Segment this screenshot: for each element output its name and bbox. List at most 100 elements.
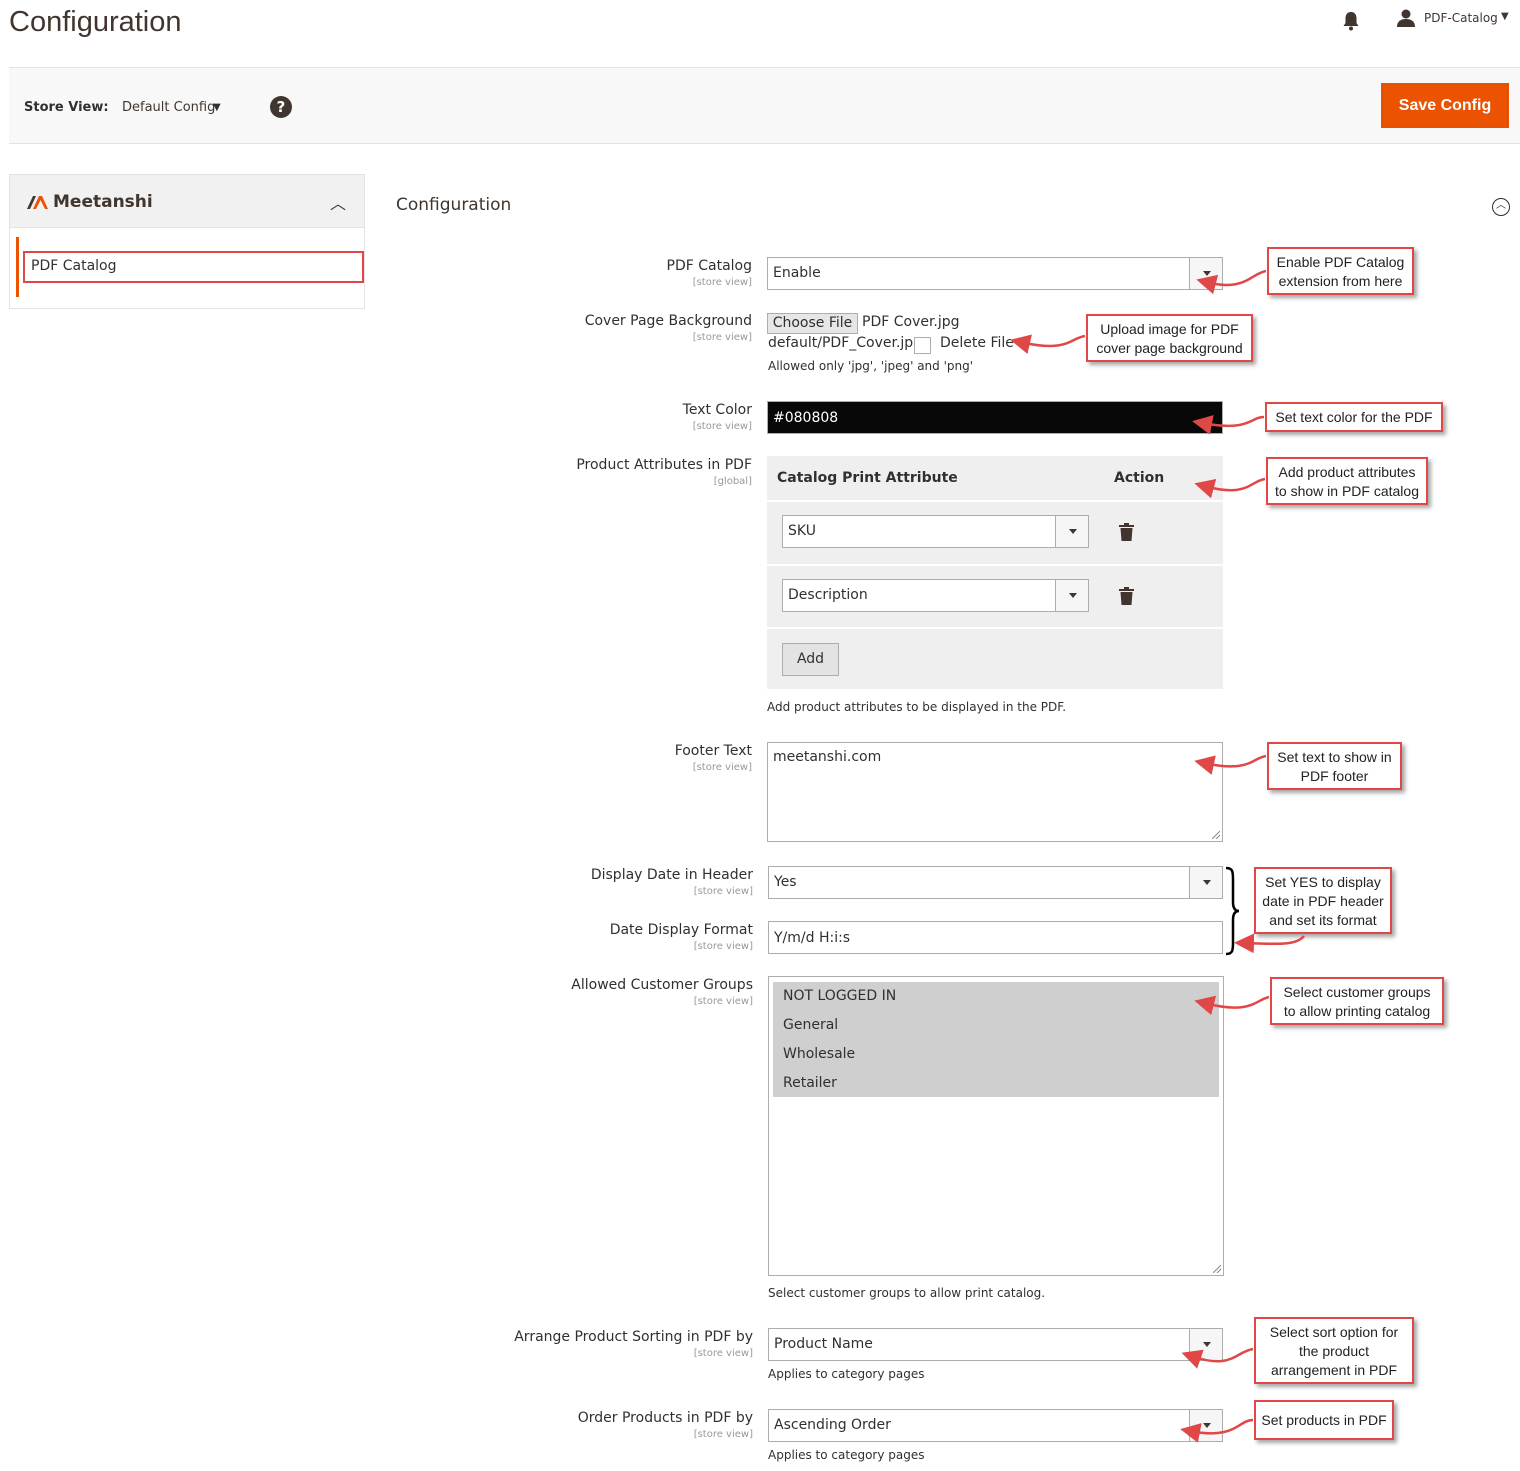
sorting-value: Product Name [774,1336,873,1352]
callout-line: the product [1298,1343,1370,1359]
cover-page-label: Cover Page Background [584,313,752,329]
display-date-value: Yes [774,874,797,890]
user-menu-caret-icon[interactable]: ▼ [1501,11,1509,22]
pdf-catalog-scope: [store view] [692,277,752,288]
callout-line: Set text to show in [1277,749,1392,765]
store-view-label: Store View: [24,100,109,115]
order-label: Order Products in PDF by [577,1410,753,1426]
callout-line: Enable PDF Catalog [1276,254,1405,270]
choose-file-button[interactable]: Choose File [767,313,858,334]
callout-line: PDF footer [1300,768,1369,784]
customer-groups-scope: [store view] [693,996,753,1007]
bell-icon[interactable] [1342,11,1360,31]
date-format-scope: [store view] [693,941,753,952]
callout-line: Set YES to display [1265,874,1381,890]
store-view-caret-icon[interactable]: ▼ [213,102,221,113]
user-menu-name[interactable]: PDF-Catalog [1424,11,1498,25]
customer-group-option[interactable]: General [773,1011,1219,1040]
arrow-upload [1010,334,1086,354]
add-attribute-button[interactable]: Add [782,643,839,676]
callout-attributes: Add product attributes to show in PDF ca… [1266,457,1428,505]
callout-color: Set text color for the PDF [1265,402,1443,432]
callout-line: extension from here [1278,273,1403,289]
help-icon[interactable]: ? [270,96,292,118]
current-file-path[interactable]: default/PDF_Cover.jpg [768,335,922,351]
table-divider [767,500,1223,502]
save-config-button[interactable]: Save Config [1381,83,1509,128]
order-select[interactable]: Ascending Order [768,1409,1223,1442]
callout-line: Set products in PDF [1261,1412,1387,1428]
callout-enable: Enable PDF Catalog extension from here [1267,247,1414,295]
chosen-file-name: PDF Cover.jpg [862,314,960,330]
callout-line: to show in PDF catalog [1275,483,1419,499]
chevron-down-icon[interactable] [1055,516,1088,547]
footer-text-label: Footer Text [674,743,752,759]
chevron-down-icon[interactable] [1189,867,1222,898]
attribute-row-select[interactable]: Description [782,579,1089,612]
customer-groups-note: Select customer groups to allow print ca… [768,1286,1046,1300]
attribute-row-select[interactable]: SKU [782,515,1089,548]
footer-text-textarea[interactable]: meetanshi.com [767,742,1223,842]
pdf-catalog-select[interactable]: Enable [767,257,1223,290]
callout-line: Select customer groups [1283,984,1431,1000]
callout-date: Set YES to display date in PDF header an… [1254,867,1392,934]
customer-group-option[interactable]: Retailer [773,1069,1219,1097]
sidebar-item-pdf-catalog[interactable]: PDF Catalog [23,251,364,283]
resize-handle-icon[interactable] [1212,831,1220,839]
callout-line: cover page background [1096,340,1243,356]
date-format-label: Date Display Format [609,922,753,938]
attributes-scope: [global] [713,476,752,487]
sorting-label: Arrange Product Sorting in PDF by [514,1329,753,1345]
customer-group-option[interactable]: NOT LOGGED IN [773,982,1219,1011]
customer-groups-label: Allowed Customer Groups [571,977,753,993]
callout-line: Upload image for PDF [1100,321,1239,337]
chevron-down-icon[interactable] [1055,580,1088,611]
callout-line: Set text color for the PDF [1275,409,1433,425]
callout-line: and set its format [1269,912,1377,928]
table-divider [767,627,1223,629]
callout-line: Select sort option for [1269,1324,1399,1340]
collapse-section-icon[interactable]: ︿ [1492,198,1510,216]
order-note: Applies to category pages [768,1448,925,1462]
chevron-up-icon[interactable]: ︿ [330,190,346,214]
date-format-input[interactable]: Y/m/d H:i:s [768,921,1223,954]
sorting-select[interactable]: Product Name [768,1328,1223,1361]
display-date-label: Display Date in Header [590,867,753,883]
brace-icon [1225,866,1240,956]
callout-line: arrangement in PDF [1270,1362,1398,1378]
callout-upload: Upload image for PDF cover page backgrou… [1086,314,1253,362]
resize-handle-icon[interactable] [1213,1265,1221,1273]
attributes-col-action: Action [1114,470,1165,486]
sidebar-active-indicator [16,237,19,297]
sidebar-brand[interactable]: Meetanshi [53,192,153,212]
display-date-select[interactable]: Yes [768,866,1223,899]
callout-sort: Select sort option for the product arran… [1254,1317,1414,1384]
callout-line: to allow printing catalog [1283,1003,1431,1019]
callout-footer: Set text to show in PDF footer [1267,742,1402,790]
store-view-switcher[interactable]: Default Config [122,100,215,115]
customer-group-option[interactable]: Wholesale [773,1040,1219,1069]
footer-text-scope: [store view] [692,762,752,773]
text-color-scope: [store view] [692,421,752,432]
meetanshi-logo-icon [27,196,48,209]
trash-icon[interactable] [1119,523,1134,541]
callout-line: Add product attributes [1278,464,1416,480]
callout-groups: Select customer groups to allow printing… [1270,977,1444,1025]
page-title: Configuration [9,6,182,38]
attribute-row-value: SKU [788,523,816,539]
text-color-input[interactable]: #080808 [767,401,1223,434]
delete-file-label[interactable]: Delete File [940,335,1014,351]
trash-icon[interactable] [1119,587,1134,605]
user-icon[interactable] [1396,9,1416,27]
cover-page-scope: [store view] [692,332,752,343]
chevron-down-icon[interactable] [1189,258,1222,289]
delete-file-checkbox[interactable] [914,337,931,354]
sorting-note: Applies to category pages [768,1367,925,1381]
pdf-catalog-label: PDF Catalog [666,258,753,274]
order-scope: [store view] [693,1429,753,1440]
sorting-scope: [store view] [693,1348,753,1359]
chevron-down-icon[interactable] [1189,1410,1222,1441]
section-title[interactable]: Configuration [396,195,511,215]
attribute-row-value: Description [788,587,868,603]
chevron-down-icon[interactable] [1189,1329,1222,1360]
